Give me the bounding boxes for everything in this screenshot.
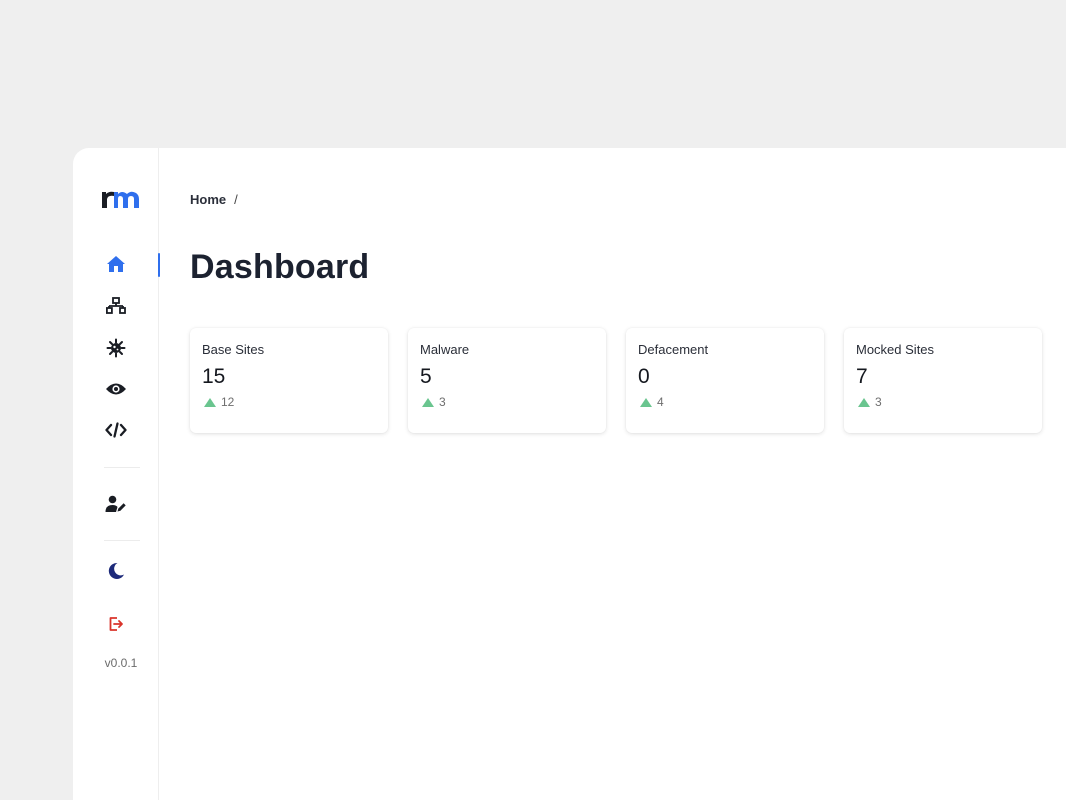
stat-card-trend-value: 3 bbox=[439, 395, 446, 409]
breadcrumb-home[interactable]: Home bbox=[190, 192, 226, 207]
stat-card-trend: 3 bbox=[856, 395, 1030, 409]
sidebar-divider bbox=[104, 467, 140, 468]
stat-card-defacement[interactable]: Defacement 0 4 bbox=[626, 328, 824, 433]
trend-up-icon bbox=[858, 397, 870, 407]
stat-card-trend: 4 bbox=[638, 395, 812, 409]
trend-up-icon bbox=[204, 397, 216, 407]
stat-card-trend-value: 12 bbox=[221, 395, 235, 409]
moon-icon bbox=[108, 562, 124, 579]
stat-card-trend-value: 4 bbox=[657, 395, 664, 409]
stat-card-title: Malware bbox=[420, 342, 470, 357]
code-icon bbox=[105, 422, 127, 438]
sidebar-item-malware[interactable] bbox=[73, 333, 159, 363]
sidebar-item-monitor[interactable] bbox=[73, 374, 159, 404]
logout-button[interactable] bbox=[73, 609, 159, 639]
stat-card-malware[interactable]: Malware 5 3 bbox=[408, 328, 606, 433]
stat-card-trend: 12 bbox=[202, 395, 376, 409]
main-content: Home / Dashboard Base Sites 15 12 Malwar… bbox=[160, 148, 1066, 800]
user-edit-icon bbox=[105, 495, 126, 512]
stat-card-trend: 3 bbox=[420, 395, 594, 409]
stat-card-title: Defacement bbox=[638, 342, 709, 357]
sidebar-item-network[interactable] bbox=[73, 291, 159, 321]
stat-card-value: 5 bbox=[420, 365, 432, 388]
stat-card-value: 7 bbox=[856, 365, 868, 388]
logout-icon bbox=[109, 617, 123, 631]
sidebar-item-code[interactable] bbox=[73, 415, 159, 445]
stat-card-title: Base Sites bbox=[202, 342, 265, 357]
home-icon bbox=[107, 256, 125, 272]
sidebar-divider bbox=[104, 540, 140, 541]
logo-icon bbox=[102, 191, 139, 208]
sitemap-icon bbox=[106, 297, 126, 314]
breadcrumb: Home / bbox=[190, 192, 238, 207]
stat-card-title: Mocked Sites bbox=[856, 342, 935, 357]
trend-up-icon bbox=[422, 397, 434, 407]
stat-card-base-sites[interactable]: Base Sites 15 12 bbox=[190, 328, 388, 433]
eye-icon bbox=[106, 383, 126, 395]
sidebar-item-home[interactable] bbox=[73, 249, 160, 279]
stat-card-trend-value: 3 bbox=[875, 395, 882, 409]
stat-card-value: 15 bbox=[202, 365, 226, 388]
trend-up-icon bbox=[640, 397, 652, 407]
virus-icon bbox=[106, 338, 126, 358]
app-version: v0.0.1 bbox=[104, 656, 138, 670]
stat-card-mocked-sites[interactable]: Mocked Sites 7 3 bbox=[844, 328, 1042, 433]
stat-card-value: 0 bbox=[638, 365, 650, 388]
breadcrumb-separator: / bbox=[234, 192, 238, 207]
logo[interactable] bbox=[100, 184, 142, 210]
sidebar: v0.0.1 bbox=[73, 148, 160, 800]
sidebar-item-user-edit[interactable] bbox=[73, 489, 159, 519]
page-title: Dashboard bbox=[190, 248, 370, 286]
app-window: v0.0.1 Home / Dashboard Base Sites 15 12… bbox=[73, 148, 1066, 800]
theme-toggle[interactable] bbox=[73, 556, 159, 586]
stats-cards: Base Sites 15 12 Malware 5 3 Defacement … bbox=[190, 328, 1042, 433]
